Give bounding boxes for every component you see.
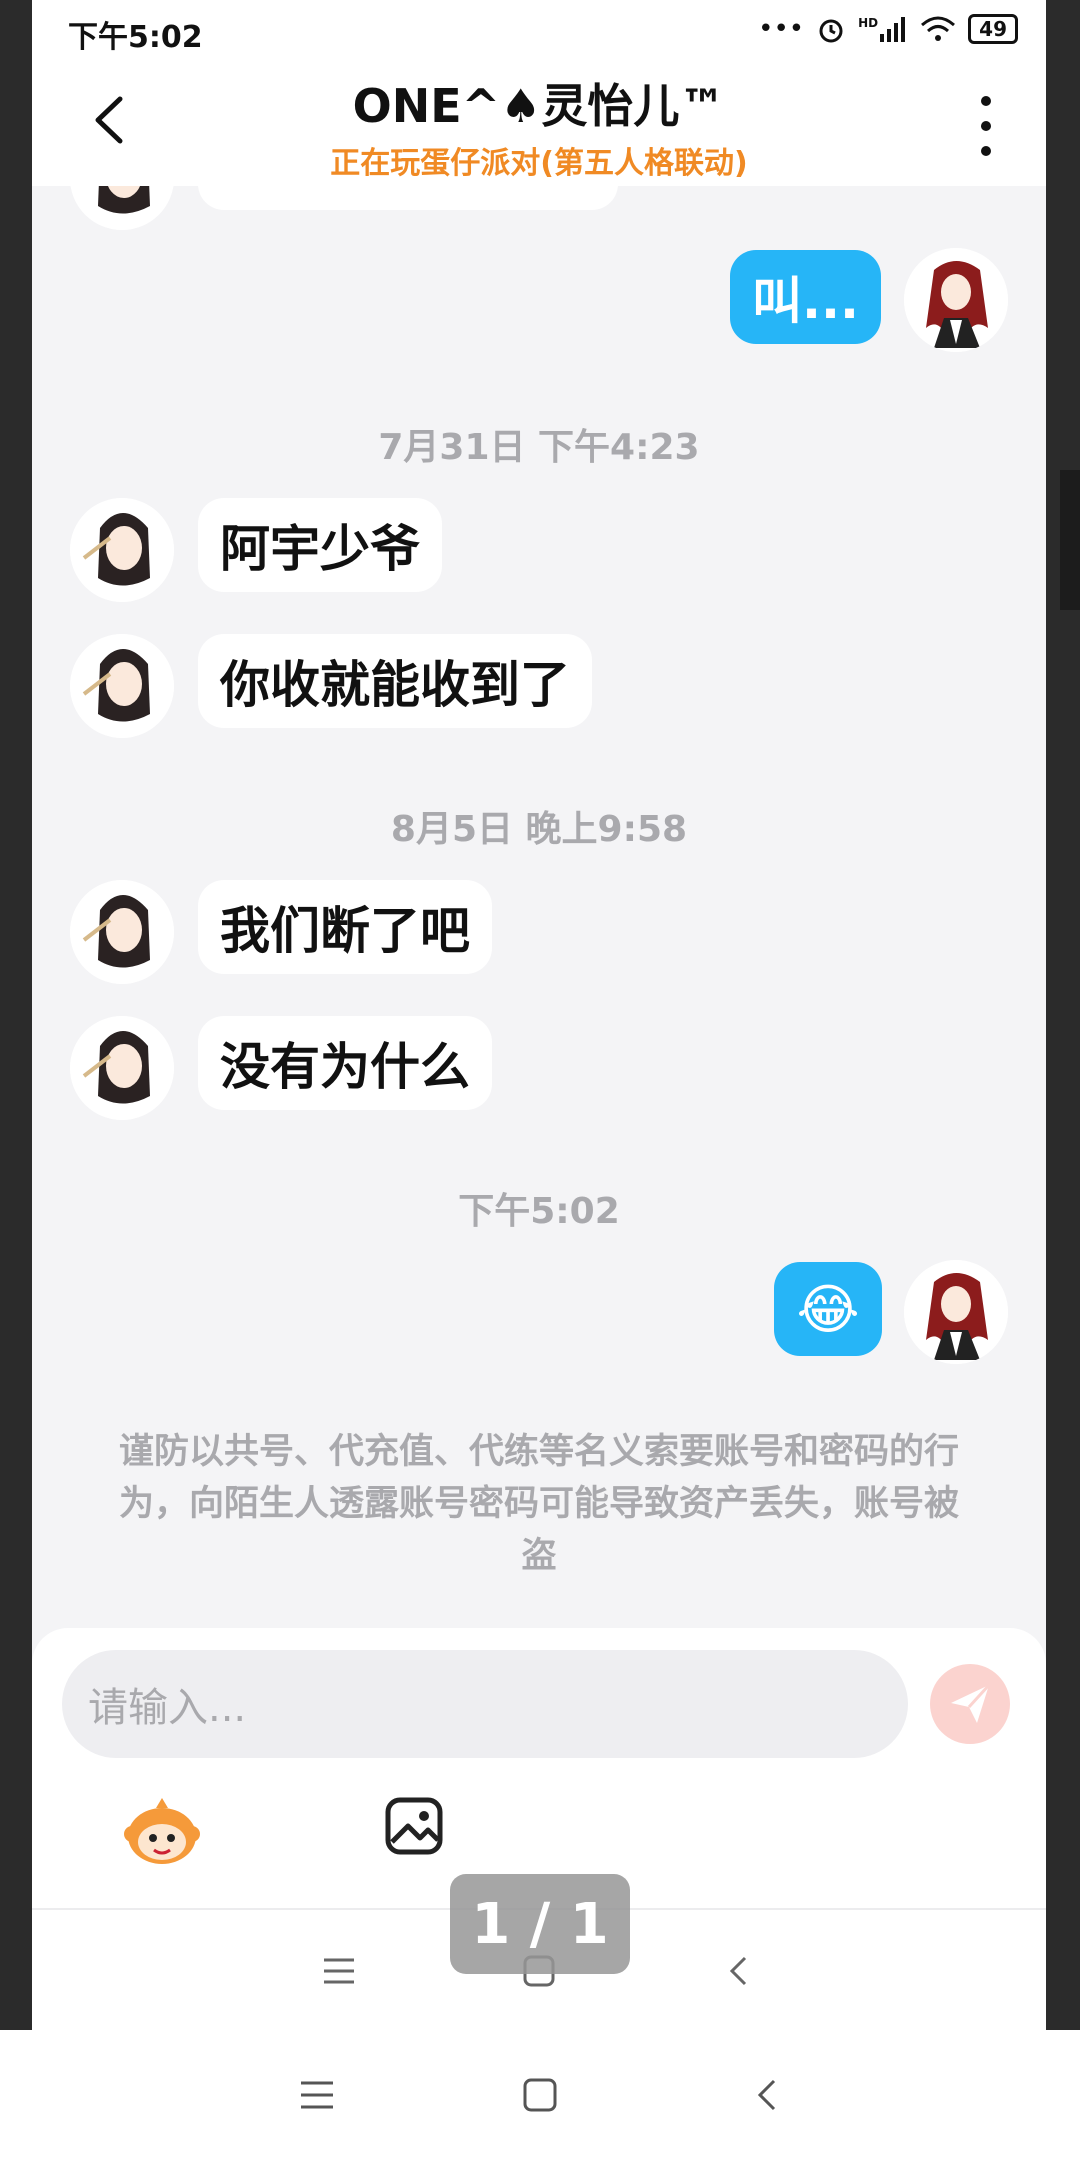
message-bubble-incoming[interactable]: 阿宇少爷 (198, 498, 442, 592)
contact-avatar[interactable] (70, 186, 174, 230)
more-notifications-icon: ••• (758, 14, 805, 44)
image-button[interactable] (384, 1796, 444, 1856)
hd-label: HD (858, 16, 879, 30)
send-button[interactable] (930, 1664, 1010, 1744)
back-nav-icon[interactable] (742, 2070, 792, 2120)
menu-icon[interactable] (314, 1946, 364, 1996)
app-screen: 下午5:02 ••• HD 49 ONE^♠灵怡儿™ 正在玩蛋仔派对(第五人格联… (32, 0, 1046, 2030)
contact-status: 正在玩蛋仔派对(第五人格联动) (330, 146, 748, 181)
message-bubble-partial[interactable] (198, 186, 618, 210)
device-frame-left (0, 0, 32, 2030)
image-icon (385, 1797, 443, 1855)
more-dot-icon (981, 96, 991, 106)
contact-avatar[interactable] (70, 634, 174, 738)
system-navigation-bar (0, 2030, 1080, 2160)
page-indicator: 1 / 1 (450, 1874, 630, 1974)
chevron-left-icon (95, 96, 123, 144)
back-nav-icon[interactable] (714, 1946, 764, 1996)
contact-name: ONE^♠灵怡儿™ (352, 79, 726, 133)
battery-icon: 49 (968, 14, 1018, 44)
message-list[interactable]: 叫... 7月31日 下午4:23 阿宇少爷 你收就能收到了 8月5日 晚上9:… (32, 186, 1046, 1626)
home-icon[interactable] (515, 2070, 565, 2120)
security-notice: 谨防以共号、代充值、代练等名义索要账号和密码的行为，向陌生人透露账号密码可能导致… (118, 1432, 959, 1576)
contact-avatar[interactable] (70, 498, 174, 602)
more-dot-icon (981, 146, 991, 156)
timestamp-separator: 8月5日 晚上9:58 (390, 809, 688, 850)
message-input[interactable]: 请输入... (62, 1650, 908, 1758)
status-time: 下午5:02 (68, 20, 203, 55)
my-avatar[interactable] (904, 1260, 1008, 1364)
message-bubble-incoming[interactable]: 我们断了吧 (198, 880, 492, 974)
back-button[interactable] (80, 90, 140, 150)
device-frame-right (1046, 0, 1080, 2030)
contact-avatar[interactable] (70, 880, 174, 984)
eggy-emoji-button[interactable] (122, 1796, 202, 1866)
my-avatar[interactable] (904, 248, 1008, 352)
status-icons: ••• HD 49 (758, 14, 1018, 44)
chat-header: ONE^♠灵怡儿™ 正在玩蛋仔派对(第五人格联动) (32, 62, 1046, 186)
input-panel: 请输入... (32, 1628, 1046, 1908)
menu-icon[interactable] (292, 2070, 342, 2120)
status-bar: 下午5:02 ••• HD 49 (32, 0, 1046, 62)
timestamp-separator: 7月31日 下午4:23 (378, 427, 700, 468)
message-bubble-outgoing[interactable]: 叫... (730, 250, 881, 344)
message-bubble-incoming[interactable]: 没有为什么 (198, 1016, 492, 1110)
contact-avatar[interactable] (70, 1016, 174, 1120)
message-bubble-incoming[interactable]: 你收就能收到了 (198, 634, 592, 728)
scroll-indicator (1060, 470, 1080, 610)
alarm-icon (819, 19, 843, 43)
wifi-icon (921, 16, 956, 41)
more-options-button[interactable] (966, 96, 1006, 156)
timestamp-separator: 下午5:02 (458, 1191, 620, 1232)
eggy-emoji-icon (124, 1798, 200, 1864)
message-bubble-emoji[interactable]: 😂 (774, 1262, 882, 1356)
send-icon (951, 1683, 991, 1723)
more-dot-icon (981, 121, 991, 131)
signal-icon: HD (858, 16, 908, 42)
